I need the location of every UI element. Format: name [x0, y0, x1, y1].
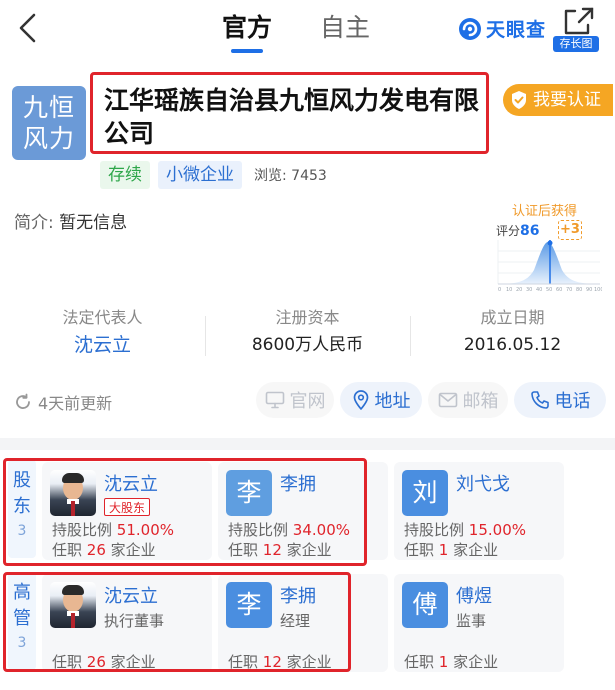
shareholder-name[interactable]: 沈云立 [104, 470, 158, 496]
legal-rep-link[interactable]: 沈云立 [0, 330, 205, 360]
svg-text:90: 90 [586, 287, 592, 292]
share-ratio: 持股比例 15.00% [404, 521, 526, 539]
svg-text:10: 10 [506, 287, 512, 292]
score-label: 评分86 [496, 223, 540, 239]
verified-shield-icon [512, 91, 526, 109]
svg-text:20: 20 [516, 287, 522, 292]
tianyancha-logo-icon [459, 17, 481, 40]
location-pin-icon [353, 390, 368, 410]
executive-role: 经理 [280, 612, 311, 630]
svg-text:70: 70 [566, 287, 572, 292]
jobs-count: 任职 26 家企业 [52, 653, 156, 671]
executive-role: 执行董事 [104, 612, 165, 630]
score-widget[interactable]: 认证后获得 评分86 +3 0 10 20 30 40 50 60 70 80 90 100 [496, 200, 602, 292]
executive-card[interactable]: 傅 傅煜 监事 任职 1 家企业 [394, 574, 564, 672]
chevron-left-icon [19, 13, 36, 43]
status-badge: 存续 [100, 161, 150, 189]
brand-logo: 天眼查 [458, 15, 546, 42]
score-distribution-icon: 0 10 20 30 40 50 60 70 80 90 100 [497, 240, 602, 292]
brand-name: 天眼查 [486, 19, 547, 41]
shareholder-card[interactable]: 沈云立 大股东 持股比例 51.00% 任职 26 家企业 [42, 462, 212, 560]
section-separator [0, 438, 615, 450]
back-button[interactable] [12, 10, 42, 46]
address-button[interactable]: 地址 [340, 382, 422, 418]
company-tags: 存续 小微企业 浏览: 7453 [100, 161, 327, 189]
company-type-badge[interactable]: 小微企业 [158, 161, 242, 189]
intro-label: 简介: [14, 213, 54, 233]
long-screenshot-label: 存长图 [553, 36, 599, 52]
major-shareholder-badge: 大股东 [104, 498, 151, 516]
key-facts: 法定代表人 沈云立 注册资本 8600万人民币 成立日期 2016.05.12 [0, 306, 615, 368]
executive-card[interactable]: 李 李拥 经理 任职 12 家企业 [218, 574, 388, 672]
svg-text:30: 30 [526, 287, 532, 292]
shareholders-count: 3 [17, 523, 27, 539]
long-screenshot-button[interactable]: 存长图 [553, 6, 603, 52]
jobs-count: 任职 26 家企业 [52, 541, 156, 559]
refresh-icon [16, 393, 30, 409]
svg-text:60: 60 [556, 287, 562, 292]
view-count: 浏览: 7453 [254, 168, 327, 184]
update-status[interactable]: 4天前更新 [14, 390, 112, 414]
avatar-photo [50, 470, 96, 516]
shareholder-card[interactable]: 李 李拥 持股比例 34.00% 任职 12 家企业 [218, 462, 388, 560]
company-logo: 九恒风力 [12, 86, 86, 160]
verify-button[interactable]: 我要认证 [503, 84, 613, 116]
avatar-initial: 傅 [402, 582, 448, 628]
jobs-count: 任职 1 家企业 [404, 653, 499, 671]
jobs-count: 任职 1 家企业 [404, 541, 499, 559]
shareholder-name[interactable]: 刘弋戈 [456, 470, 510, 496]
avatar-initial: 李 [226, 582, 272, 628]
share-arrow-icon [564, 7, 594, 35]
tab-bar: 官方 自主 [222, 8, 370, 53]
executive-role: 监事 [456, 612, 487, 630]
fact-legal-rep: 法定代表人 沈云立 [0, 306, 205, 368]
score-bonus: +3 [558, 220, 582, 240]
company-name: 江华瑶族自治县九恒风力发电有限公司 [104, 86, 480, 148]
tab-official[interactable]: 官方 [222, 8, 272, 53]
intro-value: 暂无信息 [59, 213, 128, 233]
executives-section: 高管 3 沈云立 执行董事 任职 26 家企业 李 李拥 经理 任职 12 家企… [0, 566, 615, 676]
avatar-initial: 刘 [402, 470, 448, 516]
action-row: 4天前更新 官网 地址 邮箱 电话 [0, 382, 615, 422]
phone-icon [530, 391, 549, 409]
jobs-count: 任职 12 家企业 [228, 541, 332, 559]
jobs-count: 任职 12 家企业 [228, 653, 332, 671]
shareholder-card[interactable]: 刘 刘弋戈 持股比例 15.00% 任职 1 家企业 [394, 462, 564, 560]
executive-name[interactable]: 李拥 [280, 582, 316, 608]
top-bar: 官方 自主 天眼查 存长图 [0, 0, 615, 62]
fact-founded-date: 成立日期 2016.05.12 [410, 306, 615, 368]
phone-button[interactable]: 电话 [514, 382, 606, 418]
executive-name[interactable]: 傅煜 [456, 582, 492, 608]
verify-label: 我要认证 [533, 90, 601, 110]
svg-text:50: 50 [546, 287, 552, 292]
mail-icon [438, 392, 457, 408]
shareholders-label[interactable]: 股东 3 [8, 460, 36, 558]
avatar-photo [50, 582, 96, 628]
score-value: 86 [520, 223, 540, 239]
svg-text:100: 100 [594, 287, 602, 292]
executive-card[interactable]: 沈云立 执行董事 任职 26 家企业 [42, 574, 212, 672]
avatar-initial: 李 [226, 470, 272, 516]
svg-text:40: 40 [536, 287, 542, 292]
svg-text:80: 80 [576, 287, 582, 292]
fact-registered-capital: 注册资本 8600万人民币 [205, 306, 410, 368]
executives-label[interactable]: 高管 3 [8, 572, 36, 670]
share-ratio: 持股比例 34.00% [228, 521, 350, 539]
executive-name[interactable]: 沈云立 [104, 582, 158, 608]
company-intro: 简介: 暂无信息 [14, 208, 127, 233]
shareholder-name[interactable]: 李拥 [280, 470, 316, 496]
tab-self[interactable]: 自主 [320, 8, 370, 52]
email-button[interactable]: 邮箱 [428, 382, 508, 418]
share-ratio: 持股比例 51.00% [52, 521, 174, 539]
website-button[interactable]: 官网 [256, 382, 334, 418]
score-title: 认证后获得 [512, 204, 578, 219]
monitor-icon [265, 391, 284, 409]
executives-count: 3 [17, 635, 27, 651]
svg-text:0: 0 [498, 287, 501, 292]
shareholders-section: 股东 3 沈云立 大股东 持股比例 51.00% 任职 26 家企业 李 李拥 … [0, 454, 615, 564]
